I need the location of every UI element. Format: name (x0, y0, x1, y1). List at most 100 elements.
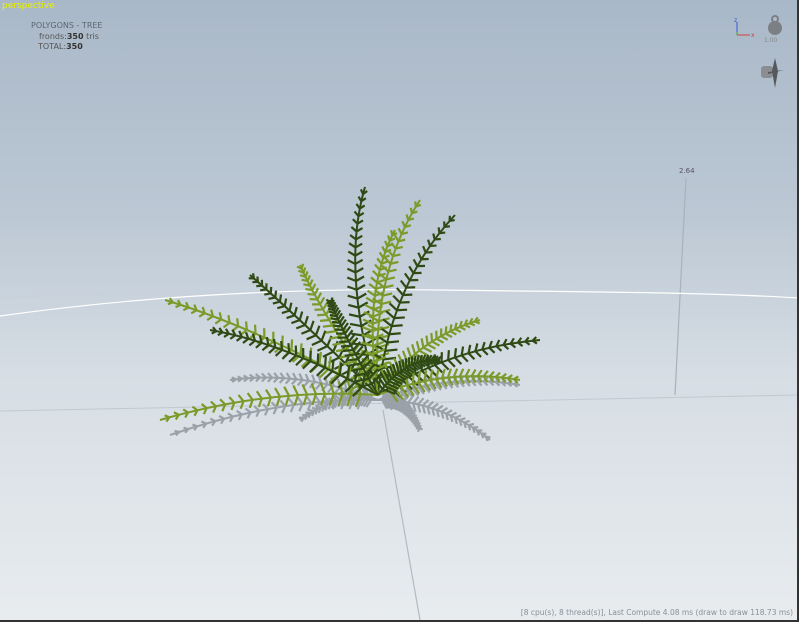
frond-leaflet (347, 285, 357, 291)
frond-leaflet (449, 415, 454, 423)
frond-leaflet (468, 422, 475, 427)
frond-leaflet (347, 250, 356, 257)
frond-leaflet (309, 320, 315, 331)
frond-leaflet (292, 385, 299, 396)
frond-leaflet (372, 311, 383, 318)
frond-leaflet (206, 315, 214, 321)
frond-leaflet (244, 321, 248, 330)
frond-leaflet (435, 337, 445, 344)
frond-leaflet (306, 334, 317, 341)
frond-leaflet (278, 294, 283, 302)
frond-leaflet (228, 396, 236, 404)
frond-leaflet (382, 318, 393, 327)
frond-leaflet (236, 318, 240, 327)
frond-leaflet (397, 227, 403, 235)
frond-leaflet (322, 350, 334, 358)
frond-leaflet (405, 214, 410, 221)
frond-leaflet (403, 272, 411, 281)
frond-leaflet (406, 410, 410, 418)
frond-leaflet (344, 353, 356, 357)
frond-leaflet (280, 340, 284, 350)
frond-leaflet (408, 265, 415, 274)
frond-leaflet (404, 409, 408, 416)
frond-leaflet (248, 339, 256, 347)
frond-leaflet (430, 332, 434, 342)
frond-leaflet (407, 412, 411, 419)
frond-leaflet (182, 408, 189, 414)
frond-leaflet (333, 324, 342, 328)
frond-leaflet (394, 316, 405, 320)
frond-leaflet (356, 284, 366, 291)
frond-leaflet (386, 235, 391, 242)
frond-leaflet (281, 309, 290, 315)
frond-leaflet (460, 346, 465, 356)
frond-leaflet (316, 353, 320, 365)
frond-leaflet (287, 343, 291, 353)
frond-leaflet (264, 292, 271, 296)
camera-orient-icon[interactable] (758, 56, 786, 90)
frond-leaflet (167, 301, 174, 306)
frond-leaflet (236, 409, 243, 416)
height-marker-label: 2.64 (679, 167, 695, 175)
frond-leaflet (401, 220, 406, 228)
fronds-stat: fronds:350 tris (39, 32, 99, 41)
frond-leaflet (218, 312, 223, 320)
frond-leaflet (318, 351, 322, 364)
frond-leaflet (340, 344, 352, 348)
frond-leaflet (502, 344, 510, 351)
view-mode-label[interactable]: perspective (2, 1, 55, 11)
frond-leaflet (198, 312, 206, 318)
frond-leaflet (495, 345, 503, 352)
frond-leaflet (394, 401, 398, 411)
frond-leaflet (409, 207, 414, 214)
frond-leaflet (381, 246, 387, 253)
frond-leaflet (327, 356, 332, 369)
frond-leaflet (304, 271, 309, 278)
frond-leaflet (347, 259, 356, 265)
total-stat: TOTAL:350 (38, 42, 83, 51)
frond-leaflet (376, 257, 383, 265)
frond-leaflet (432, 233, 436, 240)
frond-leaflet (300, 329, 311, 335)
frond-leaflet (266, 397, 272, 407)
frond-leaflet (200, 403, 208, 410)
frond-leaflet (270, 401, 278, 409)
frond-leaflet (347, 303, 359, 309)
frond-leaflet (313, 287, 320, 296)
frond-leaflet (274, 387, 281, 398)
frond-leaflet (437, 227, 441, 234)
frond-leaflet (450, 411, 458, 417)
frond-leaflet (242, 337, 250, 344)
scale-weight-icon[interactable] (764, 14, 786, 36)
frond-leaflet (308, 279, 314, 286)
frond-leaflet (290, 339, 294, 351)
3d-viewport[interactable]: perspective POLYGONS - TREE fronds:350 t… (0, 0, 799, 622)
frond-leaflet (302, 380, 310, 388)
frond-leaflet (398, 238, 406, 243)
frond-leaflet (509, 342, 517, 349)
frond-leaflet (309, 363, 319, 373)
scene-canvas[interactable] (0, 0, 797, 620)
frond-leaflet (406, 407, 413, 411)
frond-leaflet (417, 397, 425, 406)
frond-leaflet (378, 251, 385, 259)
frond-leaflet (227, 315, 231, 323)
frond-leaflet (411, 413, 417, 417)
frond-leaflet (295, 323, 306, 330)
fern-model[interactable] (159, 186, 541, 423)
frond-leaflet (346, 267, 356, 274)
frond-leaflet (316, 292, 323, 300)
frond-leaflet (348, 242, 357, 249)
frond-leaflet (235, 336, 243, 342)
frond-leaflet (347, 294, 358, 300)
frond-leaflet (427, 343, 436, 350)
frond-leaflet (396, 287, 404, 296)
frond-leaflet (481, 348, 489, 356)
frond-leaflet (301, 278, 308, 283)
frond-leaflet (217, 331, 224, 337)
frond-leaflet (474, 350, 482, 358)
frond-leaflet (306, 275, 311, 282)
frond-leaflet (454, 417, 458, 425)
frond-leaflet (311, 283, 317, 291)
frond-leaflet (244, 407, 252, 414)
